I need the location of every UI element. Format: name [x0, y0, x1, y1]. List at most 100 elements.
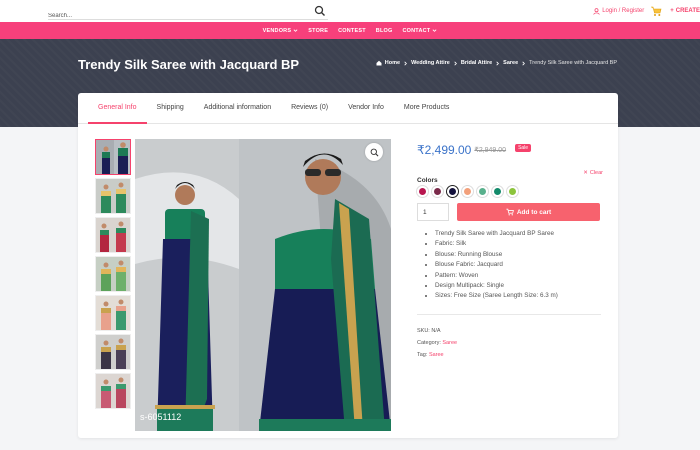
divider [417, 313, 601, 315]
feature-list: Trendy Silk Saree with Jacquard BP Saree… [417, 229, 607, 302]
nav-item-contact[interactable]: CONTACT [402, 28, 437, 34]
colors-label: Colors [417, 177, 438, 184]
colors-row: Colors ✕ Clear [417, 169, 607, 184]
current-price: ₹2,499.00 [417, 143, 472, 157]
saree-thumbnail-image [96, 374, 130, 408]
tab-general-info[interactable]: General Info [88, 93, 147, 124]
saree-model-image [135, 139, 391, 431]
product-tabs: General Info Shipping Additional informa… [78, 93, 618, 124]
nav-item-vendors[interactable]: VENDORS [263, 28, 299, 34]
list-item: Blouse: Running Blouse [435, 250, 607, 260]
nav-item-label: CONTEST [338, 27, 366, 34]
chevron-right-icon [522, 61, 526, 65]
color-swatch[interactable] [477, 186, 488, 197]
product-thumbnail[interactable] [95, 178, 131, 214]
category-label: Category: [417, 340, 441, 347]
chevron-down-icon [293, 29, 298, 32]
close-icon: ✕ [583, 170, 588, 176]
add-to-cart-row: Add to cart [417, 203, 607, 221]
plus-icon: + [670, 8, 674, 14]
list-item: Pattern: Woven [435, 271, 607, 281]
color-swatch[interactable] [447, 186, 458, 197]
breadcrumb-bridal-attire[interactable]: Bridal Attire [461, 60, 492, 66]
nav-item-blog[interactable]: BLOG [376, 28, 393, 34]
tab-additional-information[interactable]: Additional information [194, 93, 281, 124]
color-swatch[interactable] [432, 186, 443, 197]
nav-item-label: BLOG [375, 27, 393, 34]
breadcrumb: Home Wedding Attire Bridal Attire Saree … [376, 60, 617, 66]
login-register-link[interactable]: Login / Register [593, 7, 645, 15]
quantity-input[interactable] [417, 203, 449, 221]
zoom-button[interactable] [365, 143, 383, 161]
color-swatch[interactable] [462, 186, 473, 197]
image-watermark: s-6051112 [140, 412, 182, 422]
cart-icon[interactable] [650, 5, 662, 17]
top-bar: Login / Register + CREATE [0, 0, 700, 23]
clear-label: Clear [589, 170, 603, 176]
breadcrumb-saree[interactable]: Saree [503, 60, 518, 66]
thumbnail-list [95, 139, 131, 412]
page-title: Trendy Silk Saree with Jacquard BP [78, 57, 300, 72]
product-thumbnail[interactable] [95, 139, 131, 175]
create-link[interactable]: + CREATE [670, 8, 700, 14]
sale-badge: Sale [515, 144, 532, 152]
color-swatch[interactable] [507, 186, 518, 197]
breadcrumb-home[interactable]: Home [385, 60, 400, 66]
user-icon [593, 7, 600, 15]
list-item: Sizes: Free Size (Saree Length Size: 6.3… [435, 291, 607, 301]
list-item: Trendy Silk Saree with Jacquard BP Saree [435, 229, 607, 239]
product-main-image[interactable] [135, 139, 391, 431]
product-thumbnail[interactable] [95, 334, 131, 370]
tab-shipping[interactable]: Shipping [147, 93, 194, 124]
search-input[interactable] [48, 9, 298, 23]
product-thumbnail[interactable] [95, 217, 131, 253]
chevron-right-icon [454, 61, 457, 65]
home-icon [376, 60, 382, 66]
cart-icon [506, 208, 514, 216]
tag-label: Tag: [417, 352, 428, 359]
nav-item-store[interactable]: STORE [308, 28, 328, 34]
category-link[interactable]: Saree [442, 340, 457, 346]
color-swatch[interactable] [492, 186, 503, 197]
nav-item-label: STORE [308, 27, 329, 34]
list-item: Blouse Fabric: Jacquard [435, 260, 607, 270]
saree-thumbnail-image [96, 179, 130, 213]
add-to-cart-button[interactable]: Add to cart [457, 203, 600, 221]
product-thumbnail[interactable] [95, 295, 131, 331]
sku-value: N/A [431, 327, 441, 334]
saree-thumbnail-image [96, 296, 130, 330]
tab-reviews[interactable]: Reviews (0) [281, 93, 338, 124]
breadcrumb-current: Trendy Silk Saree with Jacquard BP [529, 60, 617, 66]
nav-item-contest[interactable]: CONTEST [338, 28, 366, 34]
top-right-links: Login / Register + CREATE [593, 5, 700, 17]
chevron-right-icon [496, 61, 500, 65]
category-row: Category: Saree [417, 337, 607, 349]
product-thumbnail[interactable] [95, 256, 131, 292]
nav-item-label: VENDORS [262, 27, 292, 34]
main-nav: VENDORS STORE CONTEST BLOG CONTACT [0, 22, 700, 39]
sku-label: SKU: [417, 327, 430, 334]
search-icon[interactable] [314, 5, 326, 17]
saree-thumbnail-image [96, 257, 130, 291]
breadcrumb-wedding-attire[interactable]: Wedding Attire [411, 60, 450, 66]
tag-link[interactable]: Saree [429, 352, 444, 358]
sku-row: SKU: N/A [417, 325, 607, 337]
search-box [48, 4, 328, 23]
chevron-down-icon [432, 29, 437, 32]
chevron-right-icon [404, 61, 407, 65]
clear-colors-link[interactable]: ✕ Clear [583, 170, 603, 176]
tab-more-products[interactable]: More Products [394, 93, 460, 124]
create-label: CREATE [675, 8, 700, 14]
product-meta: SKU: N/A Category: Saree Tag: Saree [417, 325, 607, 362]
add-to-cart-label: Add to cart [516, 208, 552, 216]
product-thumbnail[interactable] [95, 373, 131, 409]
list-item: Fabric: Silk [435, 239, 607, 249]
login-register-label: Login / Register [602, 8, 645, 14]
color-swatch[interactable] [417, 186, 428, 197]
product-summary: ₹2,499.00 ₹2,949.00 Sale Colors ✕ Clear … [417, 143, 607, 361]
tab-vendor-info[interactable]: Vendor Info [338, 93, 394, 124]
old-price: ₹2,949.00 [474, 147, 507, 154]
color-swatches [417, 186, 607, 197]
product-card: General Info Shipping Additional informa… [78, 93, 618, 438]
nav-item-label: CONTACT [402, 27, 431, 34]
